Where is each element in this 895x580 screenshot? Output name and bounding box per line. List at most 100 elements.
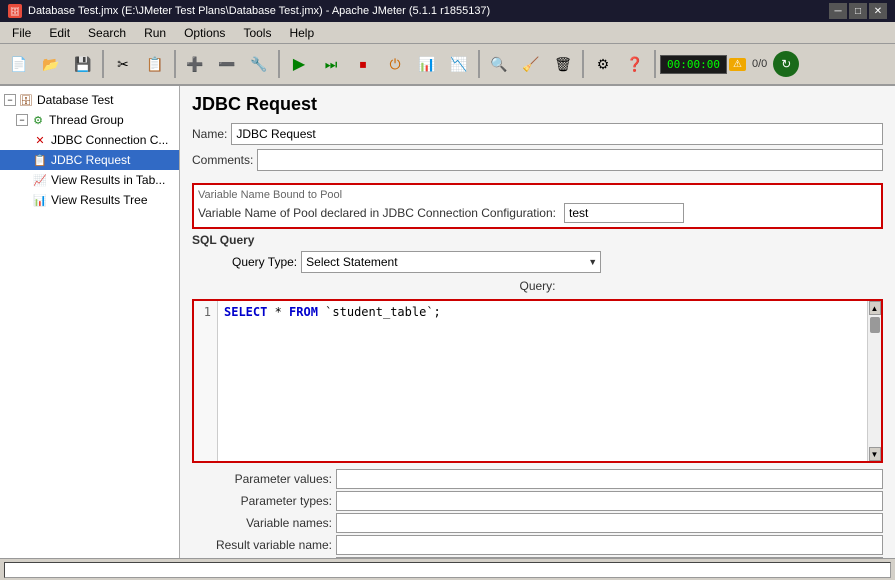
query-timeout-row: Query timeout (s):	[192, 557, 883, 558]
content-panel: JDBC Request Name: Comments: Variable Na…	[180, 86, 895, 558]
menu-search[interactable]: Search	[80, 24, 134, 42]
sql-section: SQL Query Query Type: Select Statement U…	[192, 233, 883, 295]
refresh-button[interactable]: ↻	[773, 51, 799, 77]
sep4	[478, 50, 480, 78]
variable-names-label: Variable names:	[192, 516, 332, 530]
param-types-row: Parameter types:	[192, 491, 883, 511]
status-scrollbar[interactable]	[4, 562, 891, 578]
remove-button[interactable]: ➖	[212, 49, 242, 79]
copy-button[interactable]: 📋	[140, 49, 170, 79]
sidebar-label-thread-group: Thread Group	[49, 113, 124, 127]
panel-title: JDBC Request	[180, 86, 895, 119]
status-bar	[0, 558, 895, 580]
tree-toggle-thread[interactable]: −	[16, 114, 28, 126]
clear-button[interactable]: 🧹	[516, 49, 546, 79]
sidebar-item-jdbc-request[interactable]: 📋 JDBC Request	[0, 150, 179, 170]
counter-badge: 0/0	[748, 56, 771, 72]
sidebar: − 🗄 Database Test − ⚙ Thread Group ✕ JDB…	[0, 86, 180, 558]
sidebar-item-thread-group[interactable]: − ⚙ Thread Group	[0, 110, 179, 130]
comments-input[interactable]	[257, 149, 883, 171]
help-toolbar-button[interactable]: ❓	[620, 49, 650, 79]
query-type-select[interactable]: Select Statement Update Statement Callab…	[301, 251, 601, 273]
comments-row: Comments:	[192, 149, 883, 171]
line-number-1: 1	[200, 305, 211, 319]
menu-options[interactable]: Options	[176, 24, 233, 42]
param-section: Parameter values: Parameter types: Varia…	[192, 469, 883, 558]
stop-button[interactable]: ⏹	[348, 49, 378, 79]
sidebar-item-view-results-tree[interactable]: 📊 View Results Tree	[0, 190, 179, 210]
line-numbers: 1	[194, 301, 218, 461]
menu-run[interactable]: Run	[136, 24, 174, 42]
result-variable-row: Result variable name:	[192, 535, 883, 555]
pool-variable-input[interactable]	[564, 203, 684, 223]
collapse-all-button[interactable]: 📉	[444, 49, 474, 79]
sql-text: *	[267, 305, 289, 319]
tree-toggle-db[interactable]: −	[4, 94, 16, 106]
open-button[interactable]: 📂	[36, 49, 66, 79]
pool-section: Variable Name Bound to Pool Variable Nam…	[192, 183, 883, 229]
query-timeout-input[interactable]	[336, 557, 883, 558]
name-input[interactable]	[231, 123, 883, 145]
title-bar: 🗄 Database Test.jmx (E:\JMeter Test Plan…	[0, 0, 895, 22]
sidebar-item-jdbc-connection[interactable]: ✕ JDBC Connection C...	[0, 130, 179, 150]
variable-names-input[interactable]	[336, 513, 883, 533]
menu-edit[interactable]: Edit	[41, 24, 78, 42]
sep6	[654, 50, 656, 78]
variable-name-bound-label: Variable Name Bound to Pool	[198, 189, 877, 201]
search-toolbar-button[interactable]: 🔍	[484, 49, 514, 79]
new-button[interactable]: 📄	[4, 49, 34, 79]
param-types-input[interactable]	[336, 491, 883, 511]
query-type-label: Query Type:	[192, 255, 297, 269]
jdbc-req-icon: 📋	[32, 152, 48, 168]
name-section: Name: Comments:	[180, 119, 895, 179]
timer-display: 00:00:00	[660, 55, 727, 74]
query-type-row: Query Type: Select Statement Update Stat…	[192, 251, 883, 273]
comments-label: Comments:	[192, 153, 253, 167]
sep2	[174, 50, 176, 78]
browse-button[interactable]: 🔧	[244, 49, 274, 79]
param-types-label: Parameter types:	[192, 494, 332, 508]
start-no-pauses-button[interactable]: ⏭	[316, 49, 346, 79]
sql-section-header: SQL Query	[192, 233, 883, 247]
query-content-area[interactable]: SELECT * FROM `student_table`;	[218, 301, 867, 461]
save-button[interactable]: 💾	[68, 49, 98, 79]
result-variable-input[interactable]	[336, 535, 883, 555]
toggle-log-button[interactable]: 📊	[412, 49, 442, 79]
menu-file[interactable]: File	[4, 24, 39, 42]
name-label: Name:	[192, 127, 227, 141]
sidebar-label-view-results-tree: View Results Tree	[51, 193, 148, 207]
cut-button[interactable]: ✂	[108, 49, 138, 79]
scroll-up-button[interactable]: ▲	[869, 301, 881, 315]
param-values-row: Parameter values:	[192, 469, 883, 489]
pool-variable-label: Variable Name of Pool declared in JDBC C…	[198, 206, 556, 220]
add-button[interactable]: ➕	[180, 49, 210, 79]
sidebar-label-database-test: Database Test	[37, 93, 114, 107]
sql-select-keyword: SELECT	[224, 305, 267, 319]
sidebar-label-view-results-table: View Results in Tab...	[51, 173, 165, 187]
close-button[interactable]: ✕	[869, 3, 887, 19]
query-type-wrapper: Select Statement Update Statement Callab…	[301, 251, 601, 273]
sidebar-item-view-results-table[interactable]: 📈 View Results in Tab...	[0, 170, 179, 190]
sidebar-item-database-test[interactable]: − 🗄 Database Test	[0, 90, 179, 110]
functions-button[interactable]: ⚙	[588, 49, 618, 79]
window-controls[interactable]: ─ □ ✕	[829, 3, 887, 19]
sep1	[102, 50, 104, 78]
main-layout: − 🗄 Database Test − ⚙ Thread Group ✕ JDB…	[0, 86, 895, 558]
warning-badge: ⚠	[729, 58, 746, 71]
param-values-input[interactable]	[336, 469, 883, 489]
minimize-button[interactable]: ─	[829, 3, 847, 19]
shutdown-button[interactable]: ⏻	[380, 49, 410, 79]
scroll-down-button[interactable]: ▼	[869, 447, 881, 461]
result-variable-label: Result variable name:	[192, 538, 332, 552]
menu-help[interactable]: Help	[281, 24, 322, 42]
menu-tools[interactable]: Tools	[235, 24, 279, 42]
maximize-button[interactable]: □	[849, 3, 867, 19]
app-icon: 🗄	[8, 4, 22, 18]
window-title: Database Test.jmx (E:\JMeter Test Plans\…	[28, 5, 490, 17]
results-tree-icon: 📊	[32, 192, 48, 208]
pool-variable-row: Variable Name of Pool declared in JDBC C…	[198, 203, 877, 223]
start-button[interactable]: ▶	[284, 49, 314, 79]
name-row: Name:	[192, 123, 883, 145]
query-scrollbar: ▲ ▼	[867, 301, 881, 461]
clear-all-button[interactable]: 🗑	[548, 49, 578, 79]
